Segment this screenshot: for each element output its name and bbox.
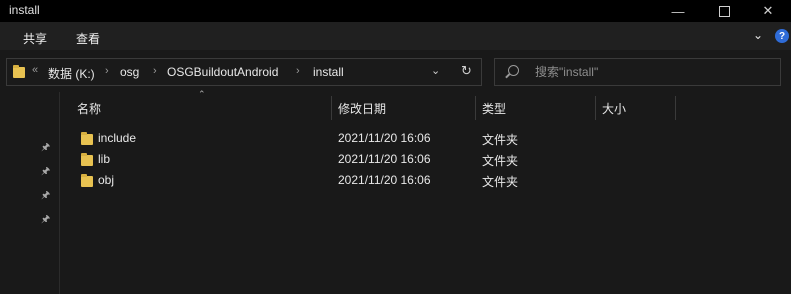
title-bar: install — ✕ [0,0,791,22]
file-name: obj [98,173,115,187]
column-divider[interactable] [475,96,476,120]
column-header-name[interactable]: 名称 [77,100,101,117]
breadcrumb-separator-icon[interactable]: › [296,65,300,77]
column-header-type[interactable]: 类型 [482,100,506,117]
sort-ascending-icon: ⌃ [198,89,206,99]
ribbon: 共享 查看 ⌄ ? [0,22,791,50]
file-type: 文件夹 [482,175,519,189]
pane-divider[interactable] [59,92,60,294]
tab-view[interactable]: 查看 [76,30,100,47]
window-title: install [9,3,40,17]
file-row[interactable]: obj 2021/11/20 16:06 文件夹 [74,170,614,190]
minimize-icon: — [671,3,685,19]
file-type: 文件夹 [482,133,519,147]
breadcrumb-separator-icon[interactable]: › [153,65,157,77]
pin-icon[interactable]: 🖈 [41,188,50,205]
file-name: include [98,131,137,145]
pin-icon[interactable]: 🖈 [41,212,50,229]
overflow-chevron-icon[interactable]: « [32,64,38,76]
file-modified: 2021/11/20 16:06 [338,152,431,166]
file-modified: 2021/11/20 16:06 [338,173,431,187]
folder-icon [13,65,25,78]
column-header-size[interactable]: 大小 [602,100,626,117]
pin-icon[interactable]: 🖈 [41,164,50,181]
column-divider[interactable] [331,96,332,120]
breadcrumb-separator-icon[interactable]: › [105,65,109,77]
refresh-icon[interactable]: ↻ [461,63,472,79]
file-name: lib [98,152,111,166]
file-row[interactable]: include 2021/11/20 16:06 文件夹 [74,128,614,148]
tab-share[interactable]: 共享 [23,30,47,47]
file-row[interactable]: lib 2021/11/20 16:06 文件夹 [74,149,614,169]
breadcrumb-osg[interactable]: osg [120,65,139,79]
help-icon[interactable]: ? [775,29,789,43]
column-divider[interactable] [675,96,676,120]
breadcrumb-osgbuildoutandroid[interactable]: OSGBuildoutAndroid [167,65,278,79]
close-button[interactable]: ✕ [745,0,791,22]
folder-icon [81,153,93,166]
breadcrumb-install[interactable]: install [313,65,344,79]
search-icon [508,65,519,76]
folder-icon [81,174,93,187]
maximize-icon [718,5,730,17]
address-dropdown-chevron-icon[interactable]: ⌄ [431,64,440,77]
file-modified: 2021/11/20 16:06 [338,131,431,145]
pin-icon[interactable]: 🖈 [41,140,50,157]
folder-icon [81,132,93,145]
file-type: 文件夹 [482,154,519,168]
minimize-button[interactable]: — [655,0,701,22]
expand-ribbon-chevron-icon[interactable]: ⌄ [753,28,763,42]
search-input[interactable] [535,64,765,80]
close-icon: ✕ [762,3,774,18]
column-divider[interactable] [595,96,596,120]
column-header-modified[interactable]: 修改日期 [338,100,386,117]
maximize-button[interactable] [701,0,747,22]
breadcrumb-drive[interactable]: 数据 (K:) [48,65,95,82]
search-box[interactable] [494,58,781,86]
navigation-pane: 🖈 🖈 🖈 🖈 [0,92,59,294]
address-bar[interactable]: « 数据 (K:) › osg › OSGBuildoutAndroid › i… [6,58,482,86]
